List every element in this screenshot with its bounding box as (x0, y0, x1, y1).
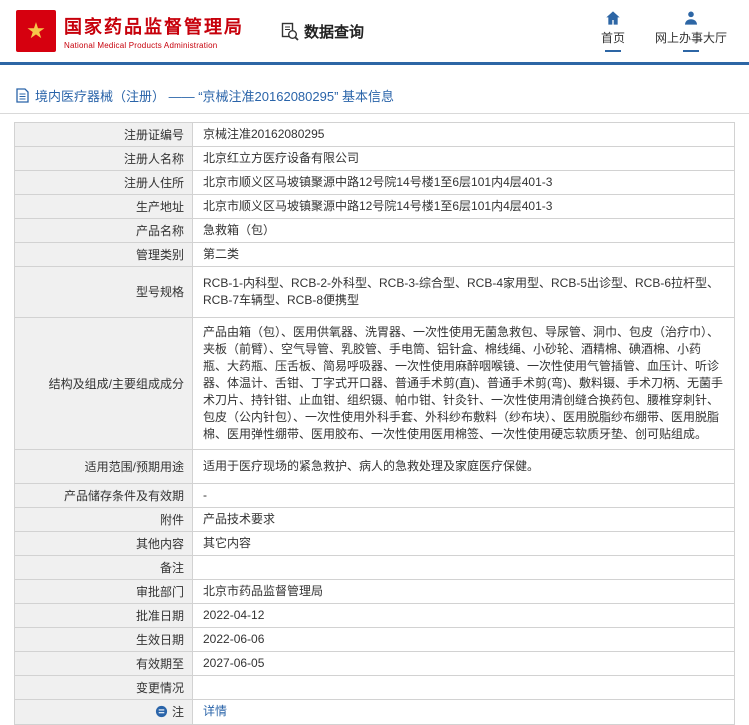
nav-home[interactable]: 首页 (601, 10, 625, 52)
field-value: 2022-06-06 (192, 626, 735, 652)
field-value (192, 554, 735, 580)
table-row: 生效日期 2022-06-06 (14, 626, 735, 652)
table-row: 产品名称 急救箱（包） (14, 218, 735, 243)
table-row: 注册人名称 北京红立方医疗设备有限公司 (14, 146, 735, 171)
field-value: 北京市顺义区马坡镇聚源中路12号院14号楼1至6层101内4层401-3 (192, 170, 735, 195)
table-row: 生产地址 北京市顺义区马坡镇聚源中路12号院14号楼1至6层101内4层401-… (14, 194, 735, 219)
field-value: RCB-1-内科型、RCB-2-外科型、RCB-3-综合型、RCB-4家用型、R… (192, 266, 735, 318)
table-row-note: 注 详情 (14, 698, 735, 725)
nav-home-label: 首页 (600, 31, 625, 45)
field-value: 详情 (192, 698, 735, 725)
field-value (192, 674, 735, 700)
note-icon (155, 705, 168, 718)
table-row: 批准日期 2022-04-12 (14, 602, 735, 628)
table-row: 产品储存条件及有效期 - (14, 482, 735, 508)
table-row: 注册证编号 京械注准20162080295 (14, 122, 735, 147)
document-icon (16, 88, 29, 103)
nav-online-hall[interactable]: 网上办事大厅 (655, 10, 727, 52)
data-query-tab[interactable]: 数据查询 (280, 21, 364, 42)
person-icon (683, 10, 699, 26)
breadcrumb: 境内医疗器械（注册） —— “京械注准20162080295” 基本信息 (0, 81, 749, 114)
main-content: 注册证编号 京械注准20162080295 注册人名称 北京红立方医疗设备有限公… (0, 114, 749, 725)
field-value: 2022-04-12 (192, 602, 735, 628)
note-label-text: 注 (171, 704, 184, 719)
field-value: 适用于医疗现场的紧急救护、病人的急救处理及家庭医疗保健。 (192, 448, 735, 484)
org-name-en: National Medical Products Administration (64, 40, 218, 50)
field-value: 北京市药品监督管理局 (192, 578, 735, 604)
top-nav: 首页 网上办事大厅 (601, 10, 733, 52)
field-label: 结构及组成/主要组成成分 (14, 316, 193, 450)
field-value: 第二类 (192, 242, 735, 267)
field-label: 变更情况 (14, 674, 193, 700)
table-row: 审批部门 北京市药品监督管理局 (14, 578, 735, 604)
field-label: 型号规格 (14, 266, 193, 318)
table-row: 管理类别 第二类 (14, 242, 735, 267)
field-label: 管理类别 (14, 242, 193, 267)
table-row: 附件 产品技术要求 (14, 506, 735, 532)
registration-info-table: 注册证编号 京械注准20162080295 注册人名称 北京红立方医疗设备有限公… (14, 122, 735, 725)
site-header: ★ 国家药品监督管理局 National Medical Products Ad… (0, 0, 749, 62)
table-row: 变更情况 (14, 674, 735, 700)
field-label: 其他内容 (14, 530, 193, 556)
nav-home-underline (604, 50, 621, 52)
field-label: 批准日期 (14, 602, 193, 628)
field-value: 急救箱（包） (192, 218, 735, 243)
org-name-cn: 国家药品监督管理局 (64, 16, 244, 37)
field-value: 北京红立方医疗设备有限公司 (192, 146, 735, 171)
nav-hall-label: 网上办事大厅 (654, 31, 727, 45)
detail-link[interactable]: 详情 (203, 704, 227, 718)
table-row: 其他内容 其它内容 (14, 530, 735, 556)
logo[interactable]: ★ 国家药品监督管理局 National Medical Products Ad… (16, 10, 244, 52)
field-label: 审批部门 (14, 578, 193, 604)
table-row: 备注 (14, 554, 735, 580)
search-document-icon (280, 22, 299, 41)
table-row: 结构及组成/主要组成成分 产品由箱（包）、医用供氧器、洗胃器、一次性使用无菌急救… (14, 316, 735, 450)
page-title: 境内医疗器械（注册） —— “京械注准20162080295” 基本信息 (35, 89, 395, 104)
field-value: 产品技术要求 (192, 506, 735, 532)
field-value: 北京市顺义区马坡镇聚源中路12号院14号楼1至6层101内4层401-3 (192, 194, 735, 219)
field-label: 产品储存条件及有效期 (14, 482, 193, 508)
field-value: 其它内容 (192, 530, 735, 556)
table-row: 适用范围/预期用途 适用于医疗现场的紧急救护、病人的急救处理及家庭医疗保健。 (14, 448, 735, 484)
data-query-label: 数据查询 (304, 23, 365, 41)
field-label: 适用范围/预期用途 (14, 448, 193, 484)
field-label: 附件 (14, 506, 193, 532)
home-icon (605, 10, 621, 26)
field-label: 备注 (14, 554, 193, 580)
field-label: 生产地址 (14, 194, 193, 219)
field-label: 生效日期 (14, 626, 193, 652)
field-label: 注 (14, 698, 193, 725)
table-row: 注册人住所 北京市顺义区马坡镇聚源中路12号院14号楼1至6层101内4层401… (14, 170, 735, 195)
table-row: 型号规格 RCB-1-内科型、RCB-2-外科型、RCB-3-综合型、RCB-4… (14, 266, 735, 318)
field-label: 注册证编号 (14, 122, 193, 147)
field-value: - (192, 482, 735, 508)
field-label: 产品名称 (14, 218, 193, 243)
header-divider (0, 62, 749, 65)
field-label: 注册人住所 (14, 170, 193, 195)
national-emblem-icon: ★ (16, 10, 56, 52)
field-label: 注册人名称 (14, 146, 193, 171)
field-value: 产品由箱（包）、医用供氧器、洗胃器、一次性使用无菌急救包、导尿管、洞巾、包皮（治… (192, 316, 735, 450)
nav-hall-underline (682, 50, 699, 52)
field-value: 京械注准20162080295 (192, 122, 735, 147)
